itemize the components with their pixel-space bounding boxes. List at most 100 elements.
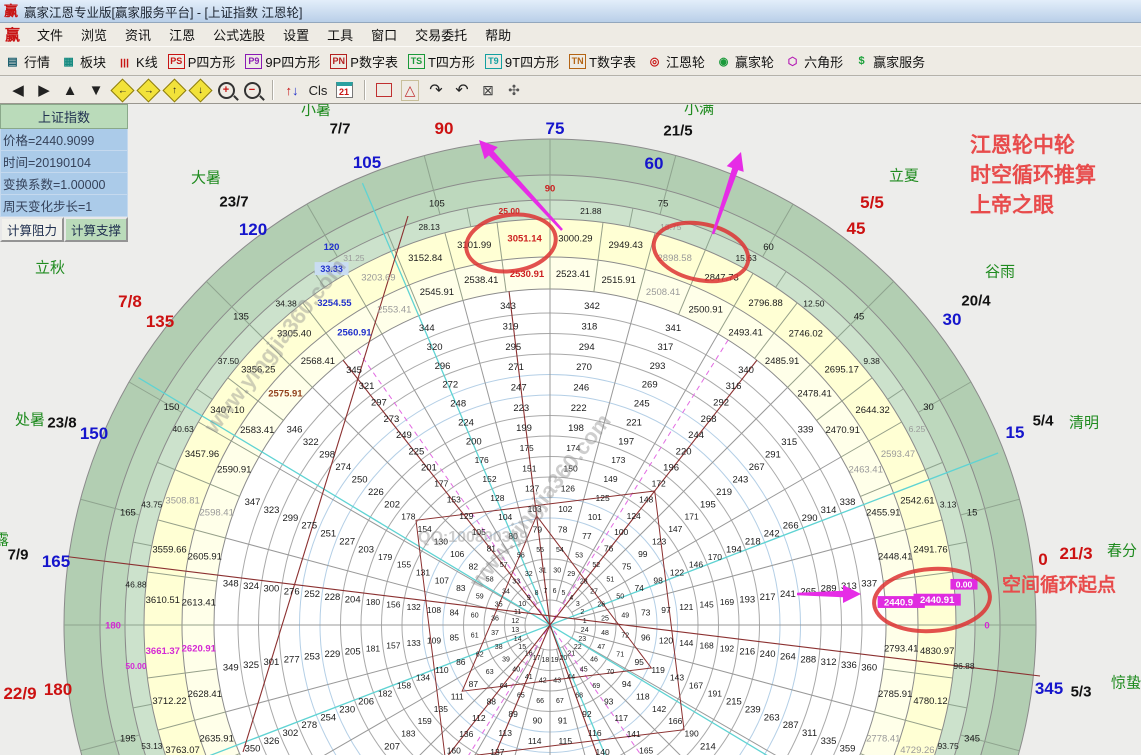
spiral-number: 183 (401, 729, 415, 739)
spiral-number: 273 (383, 414, 399, 425)
toolbar-button-label: K线 (136, 52, 158, 71)
menu-item-8[interactable]: 交易委托 (406, 26, 476, 45)
toolbar-button-gann-wheel[interactable]: ◎江恩轮 (646, 52, 705, 71)
spiral-number: 294 (579, 342, 595, 353)
spiral-number: 121 (679, 602, 693, 612)
spiral-number: 52 (592, 562, 600, 569)
outer-price-value: 3712.22 (152, 696, 186, 707)
spiral-number: 28 (580, 579, 588, 586)
spiral-number: 30 (553, 568, 561, 575)
diamond-down-icon[interactable]: ↓ (188, 79, 212, 101)
toolbar-button-label: T数字表 (589, 52, 636, 71)
calc-resistance-button[interactable]: 计算阻力 (0, 217, 64, 242)
menu-item-6[interactable]: 工具 (318, 26, 362, 45)
toolbar-button-ts-square[interactable]: TST四方形 (408, 52, 475, 71)
zoom-out-icon[interactable]: − (240, 79, 264, 101)
toolbar-button-service[interactable]: $赢家服务 (853, 52, 925, 71)
spiral-number: 226 (368, 487, 384, 498)
move-icon[interactable]: ✣ (502, 79, 526, 101)
spiral-number: 159 (418, 716, 432, 726)
app-window: 1234567891011121314151617181920212223242… (0, 0, 1141, 755)
toolbar-button-kline[interactable]: ꞁꞁꞁK线 (116, 52, 158, 71)
spiral-number: 83 (456, 583, 466, 593)
spiral-number: 195 (700, 499, 716, 510)
rotate-cw-icon[interactable]: ↷ (424, 79, 448, 101)
spiral-number: 359 (840, 744, 856, 755)
prev-triangle-icon[interactable]: ◀ (6, 79, 30, 101)
outer-label-165: 165 (42, 552, 70, 571)
select-box-icon[interactable]: ⊠ (476, 79, 500, 101)
toolbar-button-pn-table[interactable]: PNP数字表 (330, 52, 398, 71)
degree-ring-value: 90 (545, 183, 556, 194)
spiral-number: 277 (284, 654, 300, 665)
toolbar-button-label: P数字表 (350, 52, 398, 71)
calc-support-button[interactable]: 计算支撑 (64, 217, 128, 242)
toolbar-button-tn-table[interactable]: TNT数字表 (569, 52, 636, 71)
rect-tool-icon[interactable] (372, 79, 396, 101)
calendar-icon[interactable]: 21 (332, 79, 356, 101)
menu-item-9[interactable]: 帮助 (476, 26, 520, 45)
spiral-number: 118 (636, 691, 650, 701)
outer-price-value: 3203.69 (361, 272, 395, 283)
spiral-number: 158 (397, 681, 411, 691)
toolbar-button-quotes-table[interactable]: ▤行情 (4, 52, 50, 71)
down-triangle-icon[interactable]: ▼ (84, 79, 108, 101)
spiral-number: 337 (861, 578, 877, 589)
menu-item-7[interactable]: 窗口 (362, 26, 406, 45)
zoom-in-icon[interactable]: + (214, 79, 238, 101)
spiral-number: 153 (447, 495, 461, 505)
toolbar-button-hexagon[interactable]: ⬡六角形 (784, 52, 843, 71)
spiral-number: 111 (451, 691, 464, 701)
spiral-number: 266 (783, 521, 799, 532)
outer-label-7/7: 7/7 (330, 120, 351, 137)
sectors-grid-icon: ▦ (60, 54, 77, 69)
toolbar-button-p9-square[interactable]: P99P四方形 (245, 52, 320, 71)
up-triangle-icon[interactable]: ▲ (58, 79, 82, 101)
diamond-up-icon[interactable]: ↑ (162, 79, 186, 101)
t-updown-icon[interactable]: ↑↓ (280, 79, 304, 101)
toolbar-button-t9-square[interactable]: T99T四方形 (485, 52, 559, 71)
diamond-left-icon[interactable]: ← (110, 79, 134, 101)
degree-ring-value: 105 (429, 198, 445, 209)
gann-wheel-chart[interactable]: 1234567891011121314151617181920212223242… (0, 0, 1141, 755)
menu-item-4[interactable]: 公式选股 (204, 26, 274, 45)
spiral-number: 87 (469, 679, 479, 689)
cls-button[interactable]: Cls (306, 79, 330, 101)
spiral-number: 218 (745, 536, 761, 547)
spiral-number: 228 (324, 592, 340, 603)
toolbar-button-ps-square[interactable]: PSP四方形 (168, 52, 236, 71)
diamond-right-icon[interactable]: → (136, 79, 160, 101)
rotate-ccw-icon[interactable]: ↶ (450, 79, 474, 101)
menu-item-5[interactable]: 设置 (274, 26, 318, 45)
menu-item-3[interactable]: 江恩 (160, 26, 204, 45)
toolbar-button-sectors-grid[interactable]: ▦板块 (60, 52, 106, 71)
menu-item-2[interactable]: 资讯 (116, 26, 160, 45)
outer-label-21/5: 21/5 (663, 122, 692, 139)
spiral-number: 64 (500, 683, 508, 690)
spiral-number: 20 (560, 655, 568, 662)
spiral-number: 116 (588, 728, 602, 738)
spiral-number: 247 (511, 383, 527, 394)
spiral-number: 34 (502, 589, 510, 596)
degree-ring-value: 165 (120, 507, 136, 518)
green-ring-value: 50.00 (125, 661, 147, 671)
next-triangle-icon[interactable]: ▶ (32, 79, 56, 101)
toolbar-button-winner-wheel[interactable]: ◉赢家轮 (715, 52, 774, 71)
outer-label-135: 135 (146, 312, 174, 331)
spiral-number: 166 (668, 716, 682, 726)
spiral-number: 191 (708, 688, 722, 698)
menu-item-1[interactable]: 浏览 (72, 26, 116, 45)
spiral-number: 214 (700, 742, 716, 753)
menu-item-0[interactable]: 文件 (28, 26, 72, 45)
spiral-number: 4 (569, 595, 573, 602)
spiral-number: 290 (802, 513, 818, 524)
inner-price-value: 2605.91 (188, 552, 222, 563)
spiral-number: 31 (539, 568, 547, 575)
spiral-number: 224 (458, 418, 474, 429)
spiral-number: 49 (621, 613, 629, 620)
spiral-number: 315 (781, 437, 797, 448)
spiral-number: 6 (553, 588, 557, 595)
triangle-tool-icon[interactable]: △ (398, 79, 422, 101)
spiral-number: 287 (783, 720, 799, 731)
outer-price-value: 2796.88 (748, 298, 782, 309)
